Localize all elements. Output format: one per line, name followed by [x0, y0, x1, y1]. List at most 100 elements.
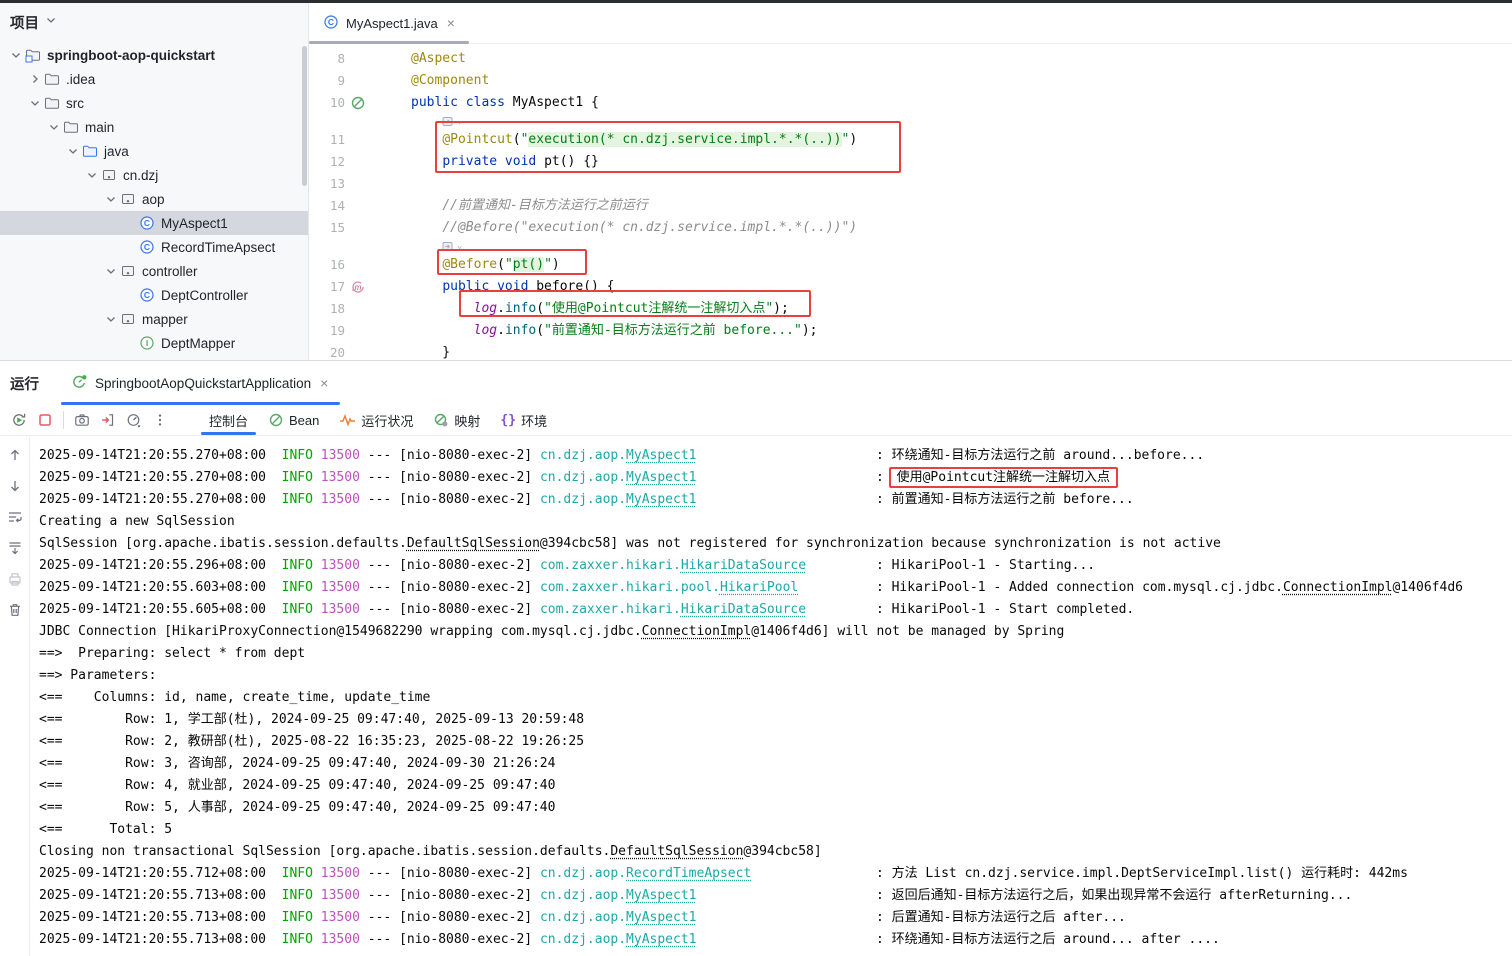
console-link[interactable]: DefaultSqlSession	[610, 844, 743, 859]
log-logger: com.zaxxer.hikari.HikariDataSource	[540, 555, 876, 577]
logger-link[interactable]: MyAspect1	[626, 932, 696, 947]
chevron-down-icon[interactable]	[103, 313, 118, 325]
console-line: 2025-09-14T21:20:55.270+08:00 INFO 13500…	[39, 445, 1512, 467]
log-message: 前置通知-目标方法运行之前 before...	[892, 492, 1134, 507]
log-logger: cn.dzj.aop.RecordTimeApsect	[540, 863, 876, 885]
tree-item-src[interactable]: src	[0, 91, 308, 115]
line-number: 16	[309, 254, 345, 276]
chevron-down-icon[interactable]	[103, 193, 118, 205]
code-text: @Aspect	[411, 48, 466, 70]
log-thread: [nio-8080-exec-2]	[399, 888, 540, 903]
console-line: 2025-09-14T21:20:55.270+08:00 INFO 13500…	[39, 467, 1512, 489]
tree-item-.idea[interactable]: .idea	[0, 67, 308, 91]
folder-icon	[42, 95, 62, 111]
logger-link[interactable]: MyAspect1	[626, 448, 696, 463]
stop-button[interactable]	[32, 408, 58, 432]
logger-link[interactable]: MyAspect1	[626, 910, 696, 925]
log-pid: 13500	[321, 602, 360, 617]
tree-item-main[interactable]: main	[0, 115, 308, 139]
chevron-down-icon[interactable]	[103, 265, 118, 277]
more-button[interactable]	[147, 408, 173, 432]
chevron-down-icon[interactable]	[8, 49, 23, 61]
advice-icon[interactable]: m	[345, 276, 371, 298]
code-line-19: 19 log.info("前置通知-目标方法运行之前 before...");	[309, 320, 1512, 342]
tree-item-springboot-aop-quickstart[interactable]: springboot-aop-quickstart	[0, 43, 308, 67]
gutter-spacer	[345, 48, 371, 70]
view-tab-映射[interactable]: 映射	[423, 405, 490, 435]
log-timestamp: 2025-09-14T21:20:55.713+08:00	[39, 910, 266, 925]
chevron-right-icon[interactable]	[27, 73, 42, 85]
code-text: public class MyAspect1 {	[411, 92, 599, 114]
tree-item-deptcontroller[interactable]: CDeptController	[0, 283, 308, 307]
logger-link[interactable]: HikariPool	[720, 580, 798, 595]
console-link[interactable]: ConnectionImpl	[1283, 580, 1393, 595]
bean-icon[interactable]	[345, 92, 371, 114]
logger-link[interactable]: MyAspect1	[626, 888, 696, 903]
close-icon[interactable]: ×	[445, 16, 457, 30]
chevron-down-icon[interactable]	[27, 97, 42, 109]
tree-item-label: java	[100, 144, 129, 159]
editor-tab-myaspect1[interactable]: C MyAspect1.java ×	[309, 3, 469, 43]
log-timestamp: 2025-09-14T21:20:55.713+08:00	[39, 888, 266, 903]
gauge-button[interactable]	[121, 408, 147, 432]
tree-item-mapper[interactable]: mapper	[0, 307, 308, 331]
project-panel-header[interactable]: 项目	[0, 3, 308, 41]
scroll-to-end-button[interactable]	[5, 538, 25, 558]
tree-item-aop[interactable]: aop	[0, 187, 308, 211]
inlay-hint[interactable]: ⌄	[309, 239, 1512, 254]
logger-link[interactable]: HikariDataSource	[681, 558, 806, 573]
arrow-up-button[interactable]	[5, 445, 25, 465]
view-tab-bean[interactable]: Bean	[258, 405, 329, 435]
console-link[interactable]: ConnectionImpl	[642, 624, 752, 639]
arrow-down-button[interactable]	[5, 476, 25, 496]
chevron-down-icon[interactable]	[84, 169, 99, 181]
camera-button[interactable]	[69, 408, 95, 432]
project-icon	[23, 47, 43, 63]
chevron-down-icon[interactable]	[65, 145, 80, 157]
close-icon[interactable]: ×	[318, 376, 330, 390]
log-logger: com.zaxxer.hikari.pool.HikariPool	[540, 577, 876, 599]
thread-dump-button[interactable]	[95, 408, 121, 432]
soft-wrap-button[interactable]	[5, 507, 25, 527]
clear-button[interactable]	[5, 600, 25, 620]
folder-icon	[42, 71, 62, 87]
view-tab-环境[interactable]: {}环境	[490, 405, 557, 435]
svg-text:I: I	[146, 338, 148, 348]
log-level: INFO	[282, 932, 313, 947]
package-icon	[118, 263, 138, 279]
inlay-icon	[442, 116, 455, 127]
code-editor[interactable]: 8@Aspect9@Component10public class MyAspe…	[309, 44, 1512, 364]
rerun-button[interactable]	[6, 408, 32, 432]
log-timestamp: 2025-09-14T21:20:55.605+08:00	[39, 602, 266, 617]
console-line: <== Total: 5	[39, 819, 1512, 841]
logger-link[interactable]: HikariDataSource	[681, 602, 806, 617]
tree-item-controller[interactable]: controller	[0, 259, 308, 283]
log-thread: [nio-8080-exec-2]	[399, 448, 540, 463]
run-config-tab[interactable]: SpringbootAopQuickstartApplication ×	[61, 361, 340, 405]
view-tab-控制台[interactable]: 控制台	[199, 405, 258, 435]
code-text: log.info("使用@Pointcut注解统一注解切入点");	[411, 298, 789, 320]
tree-item-recordtimeapsect[interactable]: CRecordTimeApsect	[0, 235, 308, 259]
logger-link[interactable]: RecordTimeApsect	[626, 866, 751, 881]
class-icon: C	[137, 239, 157, 255]
logger-link[interactable]: MyAspect1	[626, 492, 696, 507]
console-output[interactable]: 2025-09-14T21:20:55.270+08:00 INFO 13500…	[31, 437, 1512, 956]
inlay-hint[interactable]: ⌄	[309, 114, 1512, 129]
tree-item-myaspect1[interactable]: CMyAspect1	[0, 211, 308, 235]
tree-item-label: src	[62, 96, 84, 111]
tree-item-cn.dzj[interactable]: cn.dzj	[0, 163, 308, 187]
log-thread: [nio-8080-exec-2]	[399, 602, 540, 617]
project-scrollbar[interactable]	[302, 46, 307, 186]
line-number: 12	[309, 151, 345, 173]
chevron-down-icon[interactable]	[46, 121, 61, 133]
tree-item-deptmapper[interactable]: IDeptMapper	[0, 331, 308, 355]
code-text: private void pt() {}	[411, 151, 599, 173]
log-thread: [nio-8080-exec-2]	[399, 558, 540, 573]
logger-link[interactable]: MyAspect1	[626, 470, 696, 485]
console-line: Closing non transactional SqlSession [or…	[39, 841, 1512, 863]
console-line: ==> Preparing: select * from dept	[39, 643, 1512, 665]
printer-button[interactable]	[5, 569, 25, 589]
tree-item-java[interactable]: java	[0, 139, 308, 163]
console-link[interactable]: DefaultSqlSession	[407, 536, 540, 551]
view-tab-运行状况[interactable]: 运行状况	[329, 405, 423, 435]
